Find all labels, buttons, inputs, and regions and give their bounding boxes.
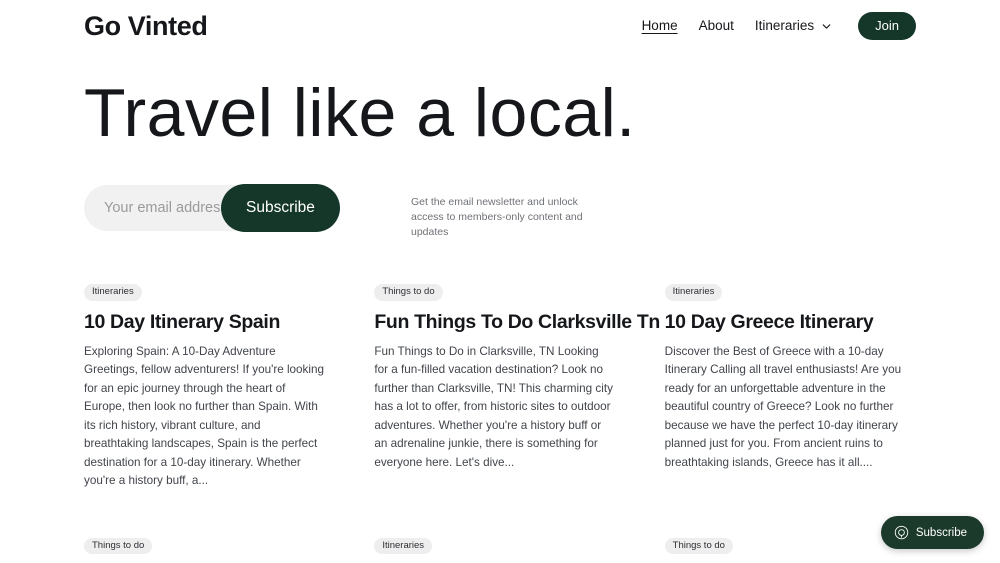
post-tag[interactable]: Itineraries <box>664 284 723 301</box>
post-card[interactable]: Itineraries 10 Day Greece Itinerary Disc… <box>664 281 906 491</box>
post-card[interactable]: Things to do Things To Do In Foley Alaba… <box>84 535 325 563</box>
post-tag[interactable]: Things to do <box>374 284 443 301</box>
hero-section: Travel like a local. <box>84 75 916 151</box>
post-excerpt: Exploring Spain: A 10-Day Adventure Gree… <box>84 344 324 488</box>
post-tag[interactable]: Things to do <box>84 537 153 555</box>
post-tag[interactable]: Itineraries <box>84 284 142 301</box>
portal-subscribe-button[interactable]: Subscribe <box>880 516 984 549</box>
page-title: Travel like a local. <box>84 75 636 151</box>
join-button[interactable]: Join <box>858 11 916 41</box>
subscribe-button[interactable]: Subscribe <box>221 184 340 232</box>
post-card[interactable]: Things to do Fun Things To Do Clarksvill… <box>374 281 660 491</box>
main-navigation: Home About Itineraries Join <box>642 11 916 41</box>
post-excerpt: Fun Things to Do in Clarksville, TN Look… <box>374 344 613 469</box>
site-header: Go Vinted Home About Itineraries Join <box>0 0 1000 52</box>
subscribe-form-fields: Subscribe <box>84 184 340 232</box>
post-card[interactable]: Itineraries 10 Day Itinerary Spain Explo… <box>84 281 325 491</box>
page-root: Go Vinted Home About Itineraries Join Tr… <box>0 0 1000 563</box>
nav-item-home[interactable]: Home <box>642 19 678 33</box>
subscribe-help-text: Get the email newsletter and unlock acce… <box>411 196 583 239</box>
site-logo[interactable]: Go Vinted <box>84 12 208 40</box>
nav-item-about[interactable]: About <box>699 19 734 33</box>
subscribe-form: Subscribe Get the email newsletter and u… <box>84 184 607 241</box>
post-title[interactable]: 10 Day Itinerary Spain <box>84 311 325 334</box>
post-excerpt: Discover the Best of Greece with a 10-da… <box>664 344 902 469</box>
post-card[interactable]: Things to do Things To Do In Cocoa Beach… <box>664 535 906 563</box>
post-grid: Itineraries 10 Day Itinerary Spain Explo… <box>84 281 916 563</box>
post-title[interactable]: Fun Things To Do Clarksville Tn <box>374 311 660 334</box>
post-title[interactable]: 10 Day Greece Itinerary <box>665 311 906 334</box>
chevron-down-icon[interactable] <box>820 20 833 33</box>
post-card[interactable]: Itineraries 7 Day Italy Itinerary A Memo… <box>374 535 615 563</box>
nav-item-itineraries-label[interactable]: Itineraries <box>755 19 814 33</box>
post-tag[interactable]: Itineraries <box>374 537 433 555</box>
portal-subscribe-label: Subscribe <box>915 526 967 539</box>
nav-item-itineraries[interactable]: Itineraries <box>755 19 833 33</box>
subscribe-badge-icon <box>894 525 909 540</box>
post-tag[interactable]: Things to do <box>664 537 733 555</box>
